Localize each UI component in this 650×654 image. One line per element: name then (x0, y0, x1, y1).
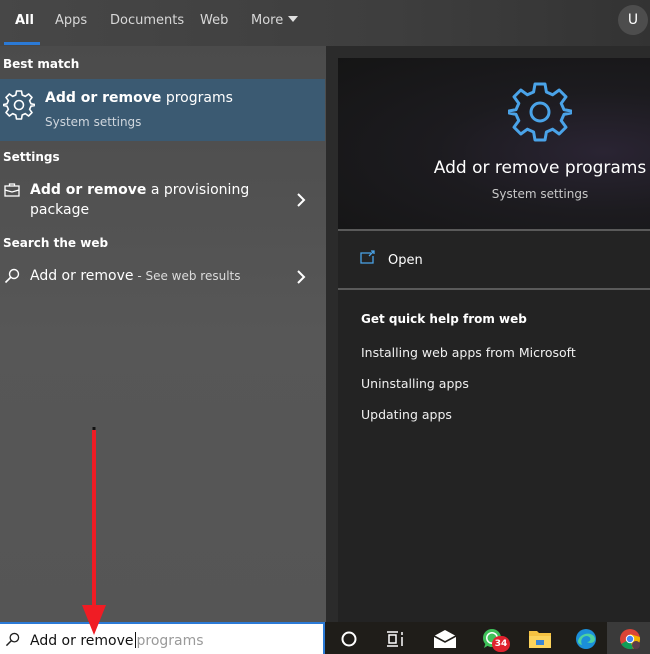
search-input[interactable]: Add or remove programs (0, 622, 325, 654)
active-tab-indicator (4, 42, 40, 45)
taskbar-mail[interactable] (422, 622, 466, 654)
web-result-text: Add or remove - See web results (30, 268, 241, 284)
taskbar-file-explorer[interactable] (517, 622, 561, 654)
taskbar-whatsapp[interactable]: 34 (470, 622, 514, 654)
best-match-subtitle: System settings (45, 115, 142, 129)
search-icon (4, 268, 20, 284)
tab-web[interactable]: Web (200, 13, 228, 28)
help-link-uninstalling-apps[interactable]: Uninstalling apps (361, 376, 469, 391)
divider (338, 288, 650, 290)
annotation-arrow-icon (82, 427, 106, 635)
help-link-updating-apps[interactable]: Updating apps (361, 407, 452, 422)
user-avatar[interactable]: U (618, 5, 648, 35)
search-web-heading: Search the web (3, 236, 109, 250)
briefcase-icon (4, 183, 20, 197)
preview-subtitle: System settings (491, 187, 589, 201)
open-label: Open (388, 253, 423, 268)
taskbar: 34 (325, 622, 650, 654)
chrome-icon (620, 629, 641, 650)
folder-icon (529, 631, 551, 648)
task-view-icon (387, 631, 403, 647)
search-query: Add or remove programs (30, 632, 204, 649)
search-icon (5, 632, 20, 647)
quick-help-heading: Get quick help from web (361, 312, 527, 326)
text-cursor (134, 632, 136, 648)
chevron-right-icon (297, 270, 306, 284)
cortana-icon (341, 631, 357, 647)
tab-documents[interactable]: Documents (110, 13, 184, 28)
taskbar-task-view[interactable] (373, 622, 417, 654)
search-filter-bar: All Apps Documents Web More U (0, 0, 650, 46)
preview-header: Add or remove programs System settings (338, 58, 650, 229)
taskbar-cortana[interactable] (327, 622, 371, 654)
open-button[interactable]: Open (338, 236, 650, 284)
settings-heading: Settings (3, 150, 60, 164)
taskbar-edge[interactable] (563, 622, 607, 654)
taskbar-chrome[interactable] (607, 622, 650, 654)
mail-icon (433, 630, 457, 648)
gear-icon (3, 90, 35, 120)
best-match-result[interactable]: Add or remove programs System settings (0, 79, 325, 141)
notification-badge: 34 (492, 636, 510, 652)
gear-icon (508, 82, 572, 142)
help-link-installing-web-apps[interactable]: Installing web apps from Microsoft (361, 345, 576, 360)
best-match-heading: Best match (3, 57, 80, 71)
caret-down-icon (288, 16, 299, 22)
results-pane: Best match Add or remove programs System… (0, 46, 326, 622)
settings-result-provisioning-package[interactable]: Add or remove a provisioning package (0, 178, 325, 222)
divider (338, 229, 650, 231)
tab-more-label: More (251, 13, 284, 28)
best-match-title: Add or remove programs (45, 90, 233, 106)
settings-result-text: Add or remove a provisioning package (30, 182, 250, 218)
tab-all[interactable]: All (15, 13, 34, 28)
chevron-right-icon (297, 193, 306, 207)
tab-more[interactable]: More (251, 13, 299, 28)
preview-pane: Add or remove programs System settings O… (338, 58, 650, 622)
search-autocomplete-hint: programs (136, 633, 204, 649)
tab-apps[interactable]: Apps (55, 13, 87, 28)
edge-icon (576, 629, 596, 649)
web-result-see-web-results[interactable]: Add or remove - See web results (0, 264, 325, 290)
open-icon (360, 250, 375, 264)
preview-title: Add or remove programs (433, 158, 647, 178)
windows-search-window: All Apps Documents Web More U Best match… (0, 0, 650, 654)
